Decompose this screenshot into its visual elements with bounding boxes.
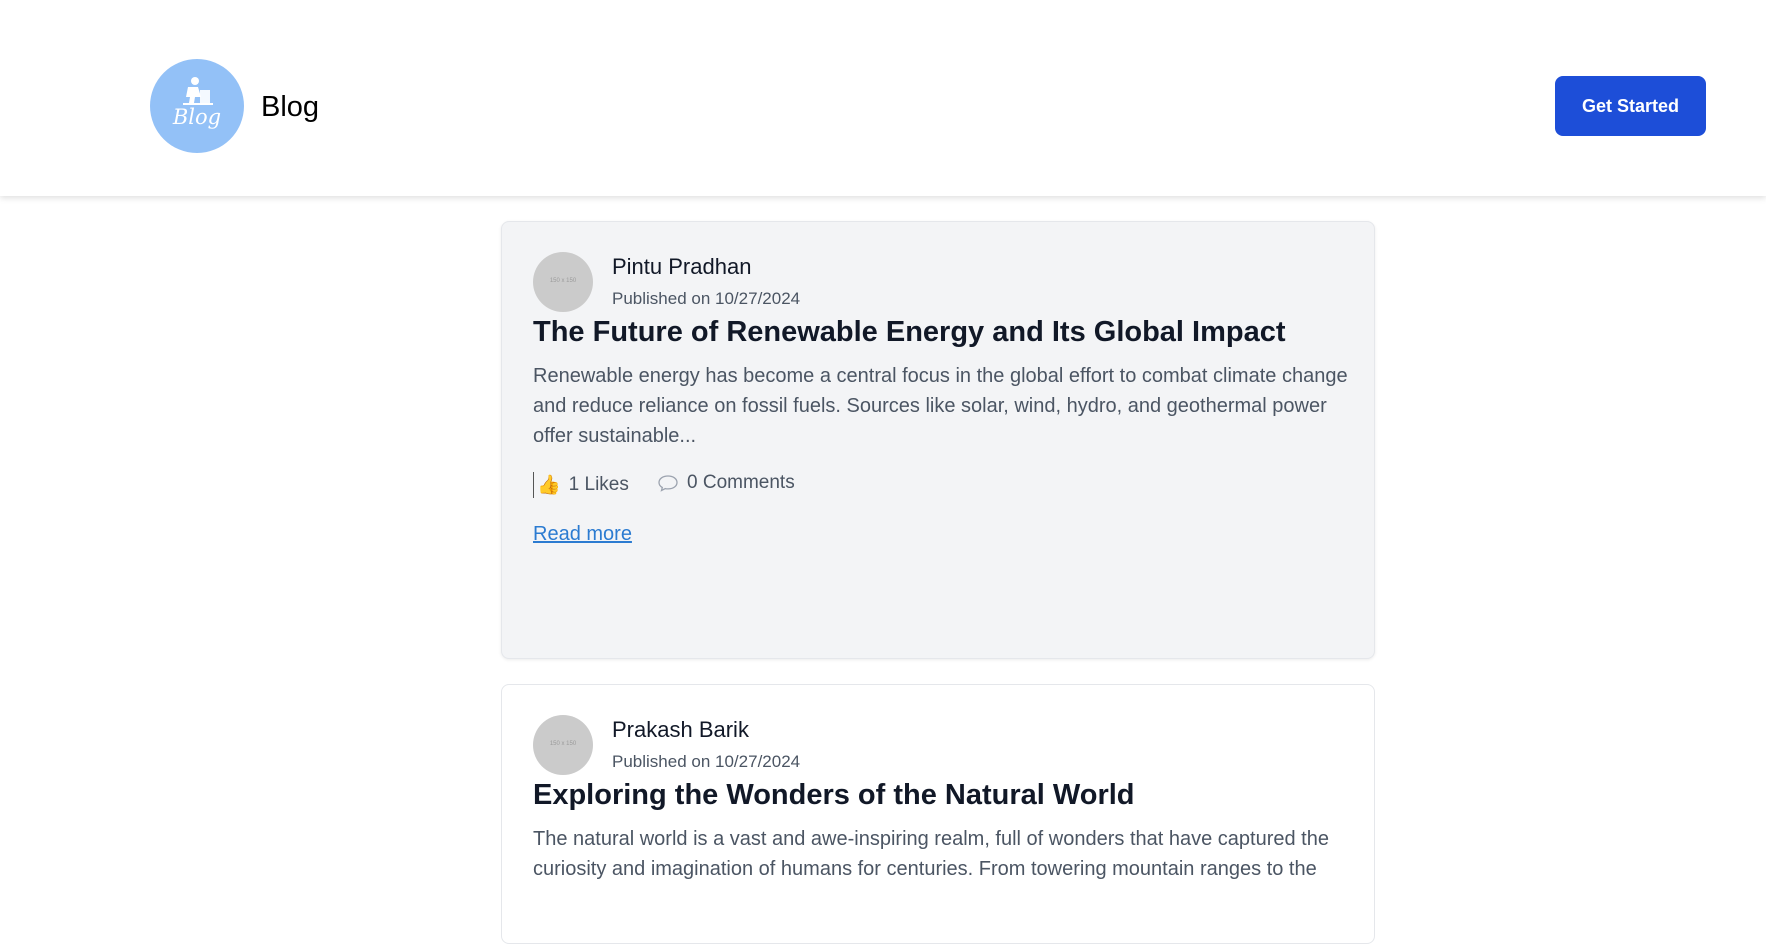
author-avatar: 150 x 150 xyxy=(533,715,593,775)
post-title: Exploring the Wonders of the Natural Wor… xyxy=(533,779,1135,811)
site-header: Blog Blog Get Started xyxy=(0,0,1766,196)
post-excerpt: The natural world is a vast and awe-insp… xyxy=(533,828,1329,880)
avatar-placeholder-text: 150 x 150 xyxy=(549,278,577,284)
post-feed: 150 x 150 Pintu Pradhan Published on 10/… xyxy=(0,196,1766,944)
get-started-button[interactable]: Get Started xyxy=(1555,76,1706,136)
post-card: 150 x 150 Prakash Barik Published on 10/… xyxy=(501,684,1375,944)
comments-count: 0 Comments xyxy=(687,472,795,493)
post-title: The Future of Renewable Energy and Its G… xyxy=(533,316,1286,348)
author-name: Pintu Pradhan xyxy=(612,254,752,279)
site-title[interactable]: Blog xyxy=(261,87,319,127)
thumbs-up-icon: 👍 xyxy=(537,475,561,496)
comments-button[interactable]: 0 Comments xyxy=(657,472,795,494)
publish-date: Published on 10/27/2024 xyxy=(612,289,801,308)
read-more-link[interactable]: Read more xyxy=(533,523,632,546)
likes-count: 1 Likes xyxy=(568,474,629,495)
post-excerpt: Renewable energy has become a central fo… xyxy=(533,365,1348,447)
post-card: 150 x 150 Pintu Pradhan Published on 10/… xyxy=(501,221,1375,659)
author-name: Prakash Barik xyxy=(612,717,749,742)
like-button[interactable]: 👍 1 Likes xyxy=(533,472,629,498)
logo-text: Blog xyxy=(172,105,222,129)
speech-bubble-icon xyxy=(658,475,678,492)
avatar-placeholder-text: 150 x 150 xyxy=(549,741,577,747)
author-avatar: 150 x 150 xyxy=(533,252,593,312)
blog-logo[interactable]: Blog xyxy=(150,59,244,153)
publish-date: Published on 10/27/2024 xyxy=(612,752,801,771)
